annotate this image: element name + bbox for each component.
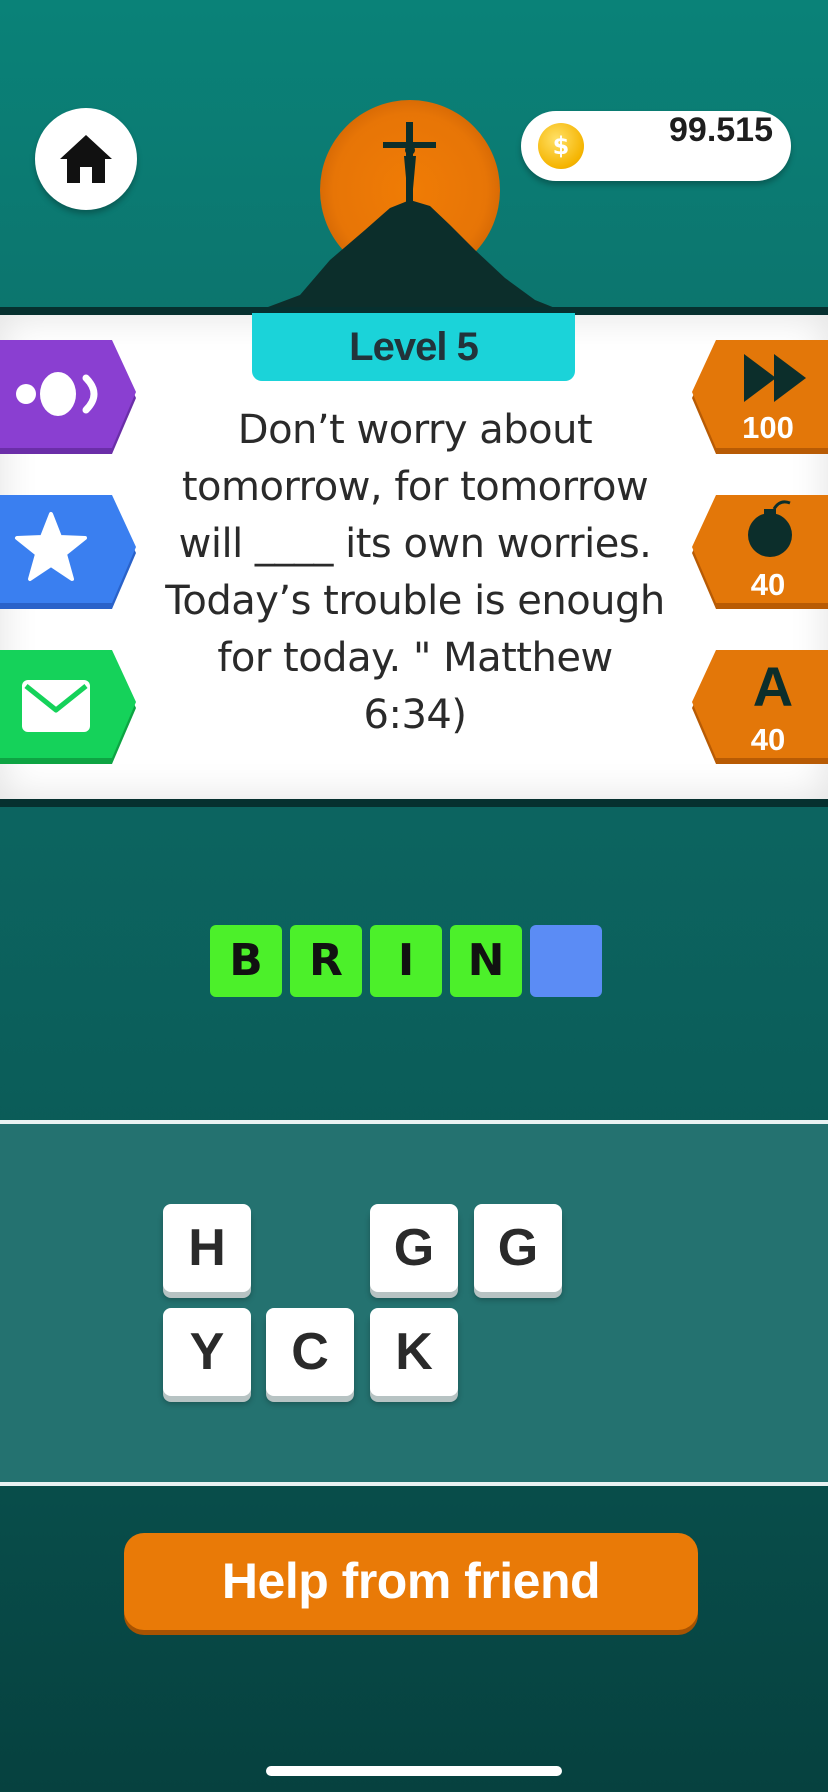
help-from-friend-button[interactable]: Help from friend: [124, 1533, 698, 1630]
skip-cost: 100: [742, 410, 794, 445]
home-button[interactable]: [35, 108, 137, 210]
coin-count: 99.515: [669, 111, 773, 149]
letter-tile[interactable]: K: [370, 1308, 458, 1396]
coin-balance: $ 99.515: [521, 111, 791, 181]
answer-tile[interactable]: B: [210, 925, 282, 997]
reveal-letter-cost: 40: [750, 722, 786, 757]
header: $ 99.515: [0, 0, 828, 310]
answer-tile-empty[interactable]: [530, 925, 602, 997]
favorite-button[interactable]: [0, 493, 140, 613]
hill-shape: [260, 200, 560, 310]
dollar-coin-icon: $: [538, 123, 584, 169]
letter-tile[interactable]: H: [163, 1204, 251, 1292]
home-icon: [60, 135, 112, 183]
star-icon: [15, 512, 87, 581]
letter-tile[interactable]: Y: [163, 1308, 251, 1396]
answer-tile[interactable]: N: [450, 925, 522, 997]
bomb-button[interactable]: 40: [688, 493, 828, 613]
answer-tile[interactable]: R: [290, 925, 362, 997]
divider: [0, 1482, 828, 1486]
reveal-letter-icon: A: [752, 655, 794, 718]
answer-tile[interactable]: I: [370, 925, 442, 997]
letter-tile[interactable]: C: [266, 1308, 354, 1396]
crucifix-hill-art: [260, 100, 560, 310]
invite-button[interactable]: [0, 648, 140, 768]
mail-icon: [22, 680, 90, 732]
answer-slots: B R I N: [210, 925, 602, 999]
skip-forward-icon: [744, 354, 806, 402]
speaker-button[interactable]: [0, 338, 140, 458]
verse-text: Don’t worry about tomorrow, for tomorrow…: [165, 407, 665, 738]
skip-button[interactable]: 100: [688, 338, 828, 458]
level-label: Level 5: [252, 313, 575, 381]
reveal-letter-button[interactable]: A 40: [688, 648, 828, 768]
home-indicator[interactable]: [266, 1766, 562, 1776]
bomb-cost: 40: [750, 567, 786, 602]
speaker-icon: [16, 372, 98, 416]
letter-tile[interactable]: G: [370, 1204, 458, 1292]
letter-tile[interactable]: G: [474, 1204, 562, 1292]
bomb-icon: [748, 500, 792, 557]
letter-pool: H G G Y C K: [0, 1124, 828, 1484]
